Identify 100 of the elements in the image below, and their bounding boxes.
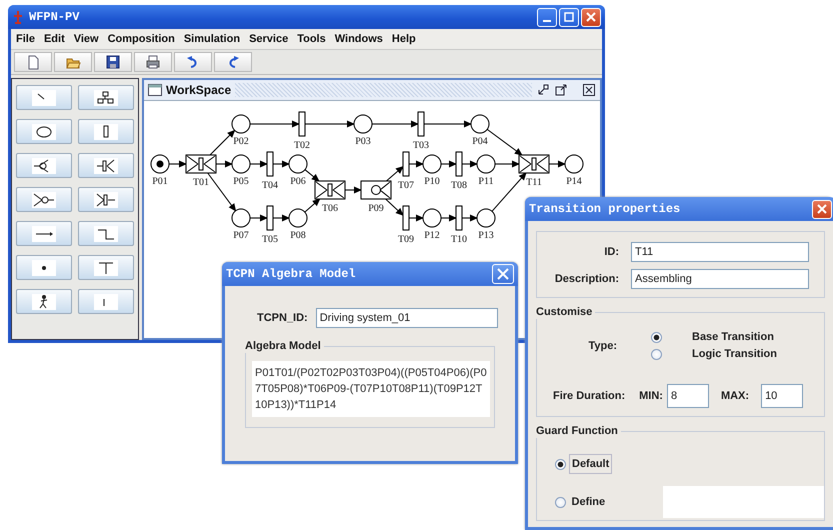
frame-icon <box>148 84 162 96</box>
arc-arrow <box>250 120 300 128</box>
toolbar-button[interactable] <box>94 52 132 72</box>
group-title: Algebra Model <box>245 339 324 353</box>
description-field[interactable]: Assembling <box>631 269 809 289</box>
save-icon <box>105 54 121 70</box>
menu-item[interactable]: Composition <box>108 33 175 45</box>
close-button[interactable] <box>581 8 601 26</box>
place-node[interactable] <box>354 114 372 134</box>
node-label: P12 <box>424 230 440 241</box>
palette-button[interactable] <box>16 187 72 212</box>
place-node[interactable] <box>288 154 308 174</box>
menu-item[interactable]: Edit <box>44 33 65 45</box>
place-node[interactable] <box>564 154 584 174</box>
place-node[interactable] <box>150 154 170 174</box>
radio-button[interactable] <box>555 496 566 508</box>
palette-button[interactable] <box>78 119 134 144</box>
palette-button[interactable] <box>16 153 72 178</box>
transition-bar[interactable] <box>418 112 424 136</box>
min-field[interactable]: 8 <box>666 384 709 408</box>
node-label: T10 <box>450 234 468 245</box>
arc-arrow <box>486 128 523 156</box>
composite-transition[interactable] <box>186 154 216 174</box>
radio-label[interactable]: Logic Transition <box>692 348 777 360</box>
menu-item[interactable]: Windows <box>334 33 383 45</box>
minimize-frame-icon[interactable] <box>536 83 550 97</box>
palette-button[interactable] <box>78 187 134 212</box>
close-button[interactable] <box>492 264 514 284</box>
menu-item[interactable]: File <box>16 33 35 45</box>
transition-bar[interactable] <box>456 152 462 176</box>
place-node[interactable] <box>232 114 250 134</box>
toolbar-button[interactable] <box>134 52 172 72</box>
place-node[interactable] <box>232 154 250 174</box>
menu-item[interactable]: Tools <box>297 33 326 45</box>
transition-bar[interactable] <box>266 206 274 230</box>
close-frame-icon[interactable] <box>582 83 596 97</box>
close-icon <box>817 204 827 214</box>
line-tool-icon <box>32 90 56 106</box>
radio-label[interactable]: Base Transition <box>692 331 774 343</box>
palette-button[interactable] <box>78 85 134 110</box>
node-label: T02 <box>294 140 310 151</box>
arc-arrow <box>304 120 355 128</box>
transition-bar[interactable] <box>298 112 306 136</box>
radio-button[interactable] <box>651 348 662 360</box>
maximize-frame-icon[interactable] <box>554 83 568 97</box>
arc-arrow <box>408 160 424 168</box>
node-label: P11 <box>478 176 494 187</box>
composite-transition[interactable] <box>314 180 346 200</box>
text-tool-icon <box>94 260 118 276</box>
place-node[interactable] <box>232 208 250 228</box>
model-text: P01T01/(P02T02P03T03P04)((P05T04P06)(P07T05P08)*T06P09-(T07P10T08P11)(T09P12T10P13))*T11P14 <box>252 361 490 417</box>
menu-item[interactable]: View <box>74 33 99 45</box>
palette-button[interactable] <box>16 119 72 144</box>
place-node[interactable] <box>422 208 442 228</box>
transition-bar[interactable] <box>266 152 274 176</box>
id-field[interactable]: T11 <box>631 242 809 262</box>
workspace-title: WorkSpace <box>166 83 232 97</box>
menu-item[interactable]: Simulation <box>184 33 240 45</box>
composite-transition[interactable] <box>518 154 550 174</box>
field-label: MIN: <box>639 390 663 402</box>
palette-button[interactable] <box>16 289 72 314</box>
arc-arrow <box>494 160 520 168</box>
node-label: T11 <box>526 177 542 188</box>
arc-arrow <box>408 214 424 222</box>
minimize-button[interactable] <box>537 8 557 26</box>
node-label: P14 <box>566 176 582 187</box>
arc-arrow <box>492 172 527 212</box>
arc-arrow <box>462 160 478 168</box>
field-label: ID: <box>603 246 619 258</box>
maximize-button[interactable] <box>559 8 579 26</box>
node-label: P01 <box>152 176 168 187</box>
transition-bar[interactable] <box>456 206 462 230</box>
radio-label[interactable]: Define <box>568 492 608 512</box>
radio-button[interactable] <box>555 458 566 470</box>
place-node[interactable] <box>470 114 490 134</box>
palette-button[interactable] <box>78 153 134 178</box>
fork-bar-icon <box>94 192 118 208</box>
place-node[interactable] <box>288 208 308 228</box>
toolbar-button[interactable] <box>174 52 212 72</box>
close-button[interactable] <box>812 200 832 218</box>
arc-arrow <box>344 186 362 194</box>
place-node[interactable] <box>476 208 496 228</box>
composite-place[interactable] <box>360 180 392 200</box>
transition-bar[interactable] <box>402 152 410 176</box>
id-field[interactable]: Driving system_01 <box>316 308 498 328</box>
toolbar-button[interactable] <box>214 52 252 72</box>
menu-item[interactable]: Help <box>392 33 416 45</box>
toolbar-button[interactable] <box>14 52 52 72</box>
arc-arrow <box>250 160 268 168</box>
printer-icon <box>145 54 161 70</box>
place-node[interactable] <box>476 154 496 174</box>
radio-label[interactable]: Default <box>569 454 612 474</box>
max-field[interactable]: 10 <box>761 384 804 408</box>
define-field[interactable] <box>663 486 824 518</box>
transition-bar[interactable] <box>402 206 410 230</box>
place-node[interactable] <box>422 154 442 174</box>
field-label: TCPN_ID: <box>257 312 308 324</box>
menu-item[interactable]: Service <box>249 33 288 45</box>
radio-button[interactable] <box>651 332 662 342</box>
arc-arrow <box>304 169 320 182</box>
